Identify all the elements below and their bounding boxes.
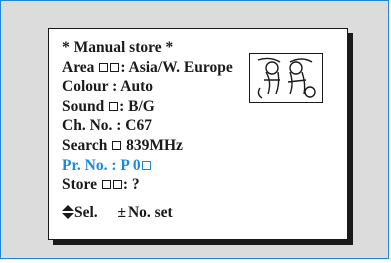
footer-select: Sel. xyxy=(74,203,98,221)
box-icon xyxy=(112,180,122,190)
colour-label: Colour xyxy=(62,78,109,96)
channel-label: Ch. No. xyxy=(62,117,113,135)
menu-lines: * Manual store * Area : Asia/W. Europe C… xyxy=(62,38,233,222)
sound-value: : B/G xyxy=(119,97,155,115)
area-label: Area xyxy=(62,58,95,76)
logo-illustration xyxy=(249,53,323,103)
colour-value: : Auto xyxy=(112,78,154,96)
updown-arrow-icon xyxy=(62,204,74,219)
plus-minus-icon: ± xyxy=(117,203,126,221)
menu-item-sound[interactable]: Sound : B/G xyxy=(62,97,233,117)
search-label: Search xyxy=(62,136,108,154)
channel-value: : C67 xyxy=(116,117,152,135)
box-icon xyxy=(110,62,120,72)
area-value: : Asia/W. Europe xyxy=(120,58,233,76)
store-label: Store xyxy=(62,176,98,194)
menu-footer: Sel. ± No. set xyxy=(62,203,233,223)
menu-item-colour[interactable]: Colour : Auto xyxy=(62,77,233,97)
menu-shadow-right xyxy=(348,33,353,245)
box-icon xyxy=(112,140,122,150)
box-icon xyxy=(109,101,119,111)
footer-number: No. set xyxy=(127,203,173,221)
menu-item-search[interactable]: Search 839MHz xyxy=(62,136,233,156)
menu-item-store[interactable]: Store : ? xyxy=(62,175,233,195)
menu-item-channel[interactable]: Ch. No. : C67 xyxy=(62,116,233,136)
menu-title: * Manual store * xyxy=(62,39,174,56)
menu-item-area[interactable]: Area : Asia/W. Europe xyxy=(62,58,233,78)
box-icon xyxy=(99,62,109,72)
store-value: : ? xyxy=(122,176,140,194)
search-value: 839MHz xyxy=(126,136,183,154)
program-value: : P 0 xyxy=(111,156,141,174)
program-label: Pr. No. xyxy=(62,156,108,174)
menu-item-program[interactable]: Pr. No. : P 0 xyxy=(62,156,233,176)
box-icon xyxy=(101,180,111,190)
characters-illustration-icon xyxy=(257,57,316,99)
cursor-box-icon xyxy=(141,160,151,170)
sound-label: Sound xyxy=(62,97,105,115)
menu-shadow-bottom xyxy=(53,240,353,245)
